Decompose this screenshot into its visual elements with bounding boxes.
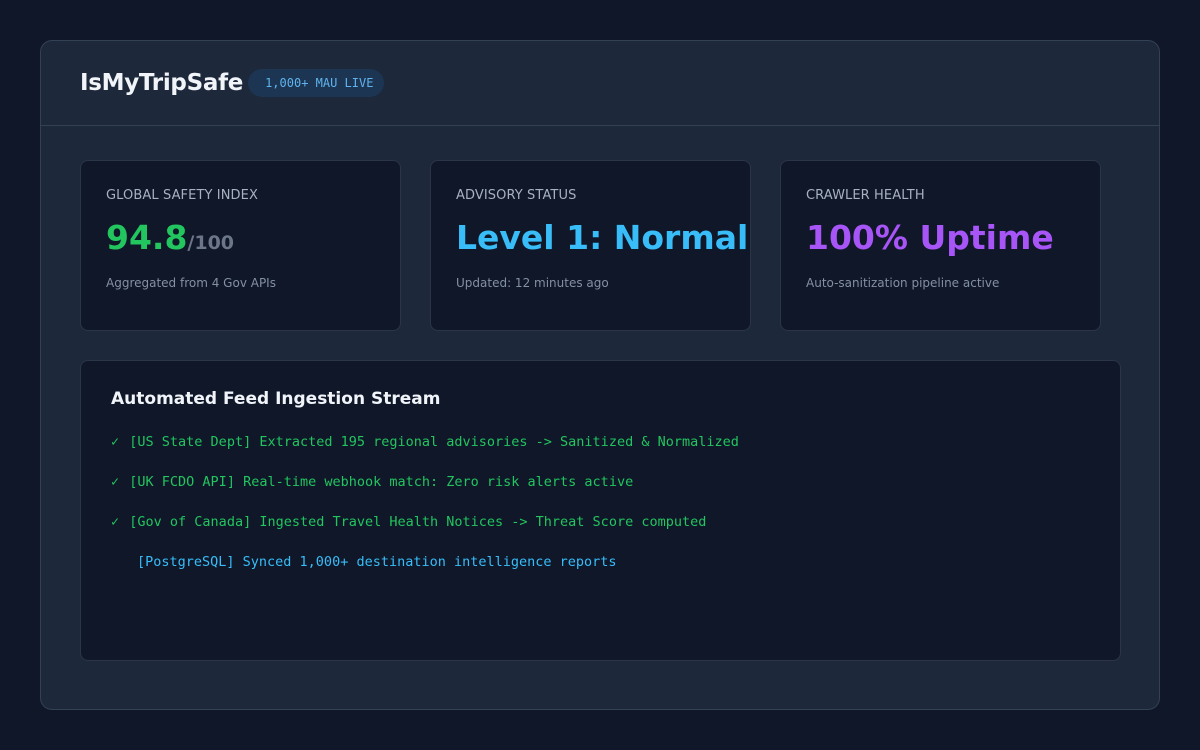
safety-index-value: 94.8/100	[106, 215, 375, 261]
log-line: ✓ [Gov of Canada] Ingested Travel Health…	[111, 512, 1090, 552]
log-text: [US State Dept] Extracted 195 regional a…	[129, 434, 739, 450]
log-line: ✓ [UK FCDO API] Real-time webhook match:…	[111, 472, 1090, 512]
crawler-health-value: 100% Uptime	[806, 218, 1054, 257]
panel-title: Automated Feed Ingestion Stream	[111, 389, 441, 409]
mau-live-badge: 1,000+ MAU LIVE	[248, 69, 385, 97]
card-label: ADVISORY STATUS	[456, 188, 577, 203]
feed-log: ✓ [US State Dept] Extracted 195 regional…	[111, 432, 1090, 592]
safety-index-card: GLOBAL SAFETY INDEX 94.8/100 Aggregated …	[80, 160, 401, 331]
check-icon: ✓	[111, 474, 120, 490]
crawler-health-card: CRAWLER HEALTH 100% Uptime Auto-sanitiza…	[780, 160, 1101, 331]
feed-ingestion-panel: Automated Feed Ingestion Stream ✓ [US St…	[80, 360, 1121, 661]
safety-index-suffix: /100	[187, 232, 235, 254]
card-note: Auto-sanitization pipeline active	[806, 276, 1000, 290]
log-line: [PostgreSQL] Synced 1,000+ destination i…	[111, 552, 1090, 592]
advisory-status-value: Level 1: Normal	[456, 218, 749, 257]
card-label: CRAWLER HEALTH	[806, 188, 925, 203]
log-text: [UK FCDO API] Real-time webhook match: Z…	[129, 474, 634, 490]
advisory-status-card: ADVISORY STATUS Level 1: Normal Updated:…	[430, 160, 751, 331]
app-title: IsMyTripSafe	[80, 70, 244, 96]
app-header: IsMyTripSafe 1,000+ MAU LIVE	[41, 41, 1159, 126]
dashboard-window: IsMyTripSafe 1,000+ MAU LIVE GLOBAL SAFE…	[40, 40, 1160, 710]
safety-index-number: 94.8	[106, 218, 188, 257]
log-line: ✓ [US State Dept] Extracted 195 regional…	[111, 432, 1090, 472]
check-icon: ✓	[111, 514, 120, 530]
card-label: GLOBAL SAFETY INDEX	[106, 188, 258, 203]
metric-cards: GLOBAL SAFETY INDEX 94.8/100 Aggregated …	[80, 160, 1121, 331]
log-text: [Gov of Canada] Ingested Travel Health N…	[129, 514, 707, 530]
check-icon: ✓	[111, 434, 120, 450]
log-text: [PostgreSQL] Synced 1,000+ destination i…	[137, 554, 617, 570]
card-note: Updated: 12 minutes ago	[456, 276, 609, 290]
card-note: Aggregated from 4 Gov APIs	[106, 276, 276, 290]
